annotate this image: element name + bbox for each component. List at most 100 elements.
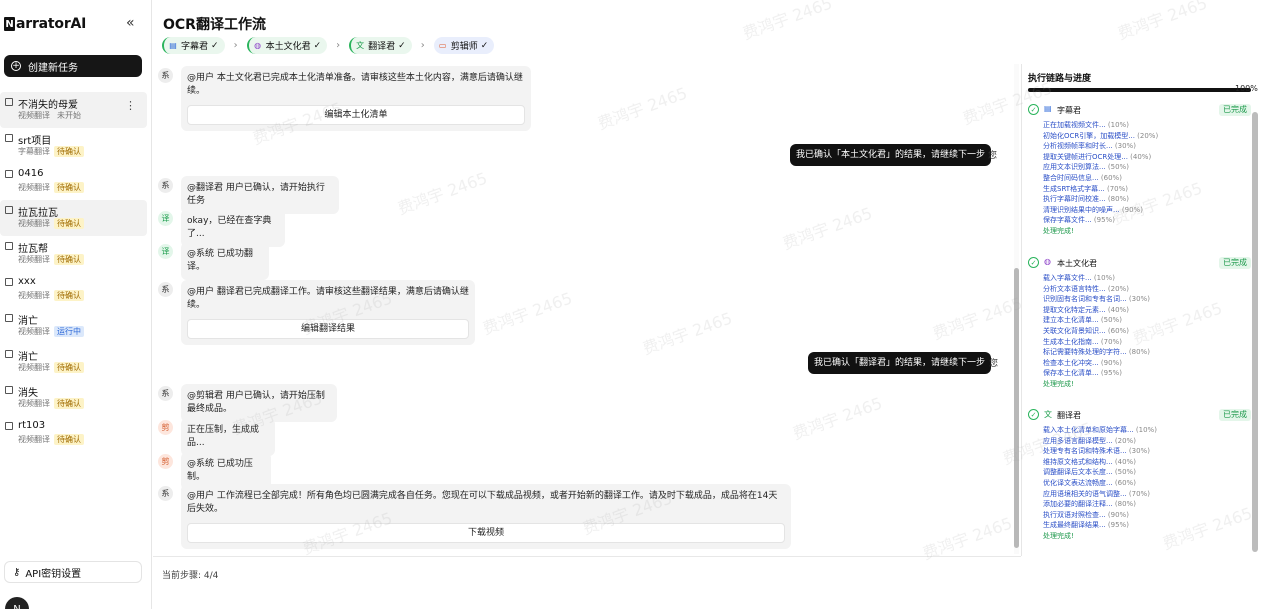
log-line: 载入本土化清单和原始字幕... (10%) bbox=[1043, 425, 1251, 436]
log-text: 添加必要的翻译注释... bbox=[1043, 500, 1113, 509]
task-item[interactable]: 消亡 视频翻译 运行中 bbox=[0, 308, 147, 344]
log-text: 载入本土化清单和原始字幕... bbox=[1043, 426, 1134, 434]
task-item[interactable]: 不消失的母爱 视频翻译 未开始 ⋮ bbox=[0, 92, 147, 128]
brand-logo-letter: N bbox=[4, 17, 15, 31]
agent-avatar: 系 bbox=[158, 386, 173, 401]
task-type: 视频翻译 bbox=[18, 255, 50, 264]
status-badge: 运行中 bbox=[54, 326, 84, 337]
task-list: 不消失的母爱 视频翻译 未开始 ⋮ srt项目 字幕翻译 待确认 0416 视频翻译 待确认 拉瓦拉… bbox=[0, 92, 152, 452]
chat-area: 系 @用户 本土文化君已完成本土化清单准备。请审核这些本土化内容，满意后请确认继续… bbox=[153, 64, 1020, 554]
message-action-button[interactable]: 编辑本土化清单 bbox=[187, 105, 525, 125]
task-type: 视频翻译 bbox=[18, 399, 50, 408]
message-text: @用户 本土文化君已完成本土化清单准备。请审核这些本土化内容，满意后请确认继续。 bbox=[187, 73, 523, 96]
log-line: 整合时间码信息... (60%) bbox=[1043, 173, 1251, 184]
log-percent: (50%) bbox=[1114, 468, 1136, 477]
status-badge: 待确认 bbox=[54, 398, 84, 409]
agent-name: 字幕君 bbox=[1057, 106, 1081, 115]
chat-icon bbox=[5, 170, 13, 178]
log-percent: (30%) bbox=[1128, 295, 1150, 304]
log-line: 正在加载视频文件... (10%) bbox=[1043, 120, 1251, 131]
chat-icon bbox=[5, 134, 13, 142]
message-action-button[interactable]: 下载视频 bbox=[187, 523, 785, 543]
task-meta: 视频翻译 待确认 bbox=[18, 290, 84, 301]
log-line: 维持原文格式和结构... (40%) bbox=[1043, 457, 1251, 468]
api-key-settings-button[interactable]: ⚷ API密钥设置 bbox=[4, 561, 142, 583]
log-line: 添加必要的翻译注释... (80%) bbox=[1043, 499, 1251, 510]
user-avatar[interactable]: N bbox=[5, 597, 29, 609]
message-text: @剪辑君 用户已确认，请开始压制最终成品。 bbox=[187, 391, 325, 414]
collapse-sidebar-icon[interactable]: « bbox=[126, 15, 135, 31]
log-text: 生成最终翻译结果... bbox=[1043, 521, 1106, 530]
log-line: 执行字幕时间校准... (80%) bbox=[1043, 194, 1251, 205]
task-item[interactable]: 拉瓦拉瓦 视频翻译 待确认 bbox=[0, 200, 147, 236]
step-label: 剪辑师 bbox=[450, 42, 478, 52]
step-label: 字幕君 bbox=[181, 42, 209, 52]
watermark-text: 费鸿宇 2465 bbox=[1115, 0, 1210, 44]
task-item[interactable]: rt103 视频翻译 待确认 bbox=[0, 416, 147, 452]
chat-icon bbox=[5, 98, 13, 106]
status-badge: 待确认 bbox=[54, 182, 84, 193]
status-badge: 待确认 bbox=[54, 434, 84, 445]
app-root: N arratorAI « + 创建新任务 不消失的母爱 视频翻译 未开始 ⋮ srt项… bbox=[0, 0, 1280, 609]
task-item[interactable]: 0416 视频翻译 待确认 bbox=[0, 164, 147, 200]
step-3[interactable]: 文翻译君 ✓ bbox=[349, 37, 412, 54]
step-2[interactable]: ◍ 本土文化君 ✓ bbox=[246, 37, 328, 54]
log-line: 优化译文表达流畅度... (60%) bbox=[1043, 478, 1251, 489]
task-meta: 视频翻译 待确认 bbox=[18, 398, 84, 409]
step-4[interactable]: ▭ 剪辑师 ✓ bbox=[433, 37, 495, 54]
current-step-status: 当前步骤: 4/4 bbox=[162, 571, 219, 581]
chat-icon bbox=[5, 386, 13, 394]
log-final: 处理完成! bbox=[1043, 226, 1074, 235]
message-text: @翻译君 用户已确认，请开始执行任务 bbox=[187, 183, 325, 206]
agent-message: @用户 翻译君已完成翻译工作。请审核这些翻译结果，满意后请确认继续。 编辑翻译结果 bbox=[181, 280, 475, 345]
check-circle-icon: ✓ bbox=[1028, 257, 1039, 268]
task-item[interactable]: srt项目 字幕翻译 待确认 bbox=[0, 128, 147, 164]
task-meta: 视频翻译 待确认 bbox=[18, 434, 84, 445]
agent-status-badge: 已完成 bbox=[1219, 104, 1251, 116]
log-line: 识别固有名词和专有名词... (30%) bbox=[1043, 294, 1251, 305]
agent-avatar: 系 bbox=[158, 486, 173, 501]
log-final: 处理完成! bbox=[1043, 379, 1074, 388]
new-task-button[interactable]: + 创建新任务 bbox=[4, 55, 142, 77]
task-item[interactable]: 消亡 视频翻译 待确认 bbox=[0, 344, 147, 380]
log-percent: (95%) bbox=[1093, 216, 1115, 225]
log-line: 执行双语对照检查... (90%) bbox=[1043, 510, 1251, 521]
log-text: 调整翻译后文本长度... bbox=[1043, 468, 1113, 477]
task-item[interactable]: 拉瓦帮 视频翻译 待确认 bbox=[0, 236, 147, 272]
log-text: 生成SRT格式字幕... bbox=[1043, 184, 1105, 193]
agent-avatar: 译 bbox=[158, 244, 173, 259]
log-text: 清理识别结果中的噪声... bbox=[1043, 205, 1120, 214]
agent-avatar: 系 bbox=[158, 282, 173, 297]
task-name: rt103 bbox=[18, 420, 46, 431]
status-badge: 待确认 bbox=[54, 146, 84, 157]
log-text: 保存本土化清单... bbox=[1043, 369, 1099, 378]
log-percent: (95%) bbox=[1107, 521, 1129, 530]
status-badge: 待确认 bbox=[54, 254, 84, 265]
task-meta: 视频翻译 未开始 bbox=[18, 110, 84, 121]
step-1[interactable]: ▤ 字幕君 ✓ bbox=[162, 37, 225, 54]
log-line: 提取文化特定元素... (40%) bbox=[1043, 305, 1251, 316]
task-item[interactable]: xxx 视频翻译 待确认 bbox=[0, 272, 147, 308]
task-item[interactable]: 消失 视频翻译 待确认 bbox=[0, 380, 147, 416]
agent-header: ✓ ◍ 本土文化君 已完成 bbox=[1028, 257, 1251, 271]
message-action-button[interactable]: 编辑翻译结果 bbox=[187, 319, 469, 339]
log-text: 载入字幕文件... bbox=[1043, 274, 1092, 282]
more-options-icon[interactable]: ⋮ bbox=[125, 99, 136, 112]
log-percent: (10%) bbox=[1093, 274, 1115, 282]
log-text: 识别固有名词和专有名词... bbox=[1043, 295, 1127, 304]
task-name: 消亡 bbox=[18, 352, 38, 363]
task-type: 视频翻译 bbox=[18, 183, 50, 192]
log-text: 维持原文格式和结构... bbox=[1043, 457, 1113, 466]
check-icon: ✓ bbox=[480, 40, 489, 51]
panel-scrollbar[interactable] bbox=[1252, 112, 1258, 552]
log-text: 保存字幕文件... bbox=[1043, 216, 1092, 225]
key-icon: ⚷ bbox=[13, 566, 21, 578]
log-text: 分析视频帧率和时长... bbox=[1043, 142, 1113, 151]
log-percent: (20%) bbox=[1137, 131, 1159, 140]
check-icon: ✓ bbox=[398, 40, 406, 51]
agent-name: 翻译君 bbox=[1057, 411, 1081, 420]
message-text: @系统 已成功压制。 bbox=[187, 459, 253, 482]
chevron-right-icon: › bbox=[233, 40, 238, 51]
chat-scrollbar-thumb[interactable] bbox=[1014, 268, 1019, 548]
task-type: 视频翻译 bbox=[18, 435, 50, 444]
